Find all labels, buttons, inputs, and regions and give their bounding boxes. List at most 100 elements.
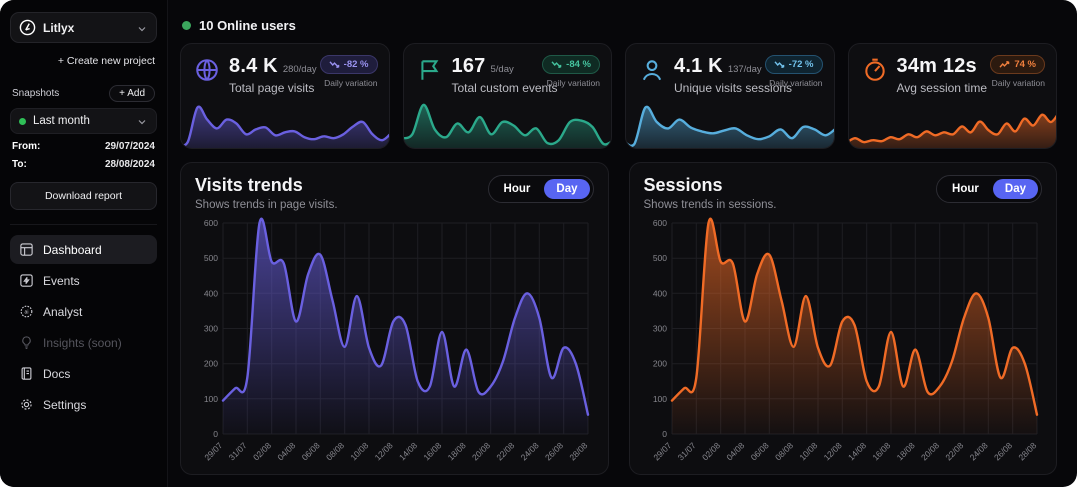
svg-text:10/08: 10/08	[348, 440, 370, 462]
svg-text:31/07: 31/07	[675, 440, 697, 462]
analyst-icon: ai	[19, 304, 34, 319]
svg-text:300: 300	[204, 324, 218, 334]
stat-per-day: 280/day	[283, 64, 317, 75]
svg-text:24/08: 24/08	[967, 440, 989, 462]
daily-variation-badge: -84 %	[542, 55, 600, 74]
stat-label: Total custom events	[452, 81, 534, 95]
svg-text:26/08: 26/08	[543, 440, 565, 462]
create-new-project-link[interactable]: + Create new project	[58, 55, 155, 67]
sidebar-item-label: Analyst	[43, 305, 82, 319]
svg-text:16/08: 16/08	[421, 440, 443, 462]
daily-variation-label: Daily variation	[320, 78, 378, 88]
svg-text:06/08: 06/08	[300, 440, 322, 462]
daily-variation-badge: 74 %	[990, 55, 1045, 74]
toggle-day-button[interactable]: Day	[993, 179, 1038, 199]
app-root: Litlyx + Create new project Snapshots + …	[0, 0, 1077, 487]
visits-trends-chart: 010020030040050060029/0731/0702/0804/080…	[195, 215, 594, 468]
sidebar-item-label: Insights (soon)	[43, 336, 122, 350]
svg-text:400: 400	[652, 288, 666, 298]
trend-down-icon	[329, 60, 340, 69]
interval-toggle: Hour Day	[488, 175, 594, 203]
online-users: 10 Online users	[182, 18, 1057, 33]
svg-text:20/08: 20/08	[918, 440, 940, 462]
online-users-label: 10 Online users	[199, 18, 296, 33]
svg-text:31/07: 31/07	[227, 440, 249, 462]
daily-variation-badge: -72 %	[765, 55, 823, 74]
svg-text:28/08: 28/08	[567, 440, 589, 462]
svg-text:04/08: 04/08	[724, 440, 746, 462]
toggle-hour-button[interactable]: Hour	[492, 179, 543, 199]
svg-text:02/08: 02/08	[699, 440, 721, 462]
stat-card-unique-visits-sessions: 4.1 K 137/day Unique visits sessions -72…	[625, 43, 835, 149]
svg-text:29/07: 29/07	[651, 440, 673, 462]
svg-text:26/08: 26/08	[991, 440, 1013, 462]
trend-up-icon	[999, 60, 1010, 69]
stat-label: Unique visits sessions	[674, 81, 756, 95]
stat-card-total-custom-events: 167 5/day Total custom events -84 % Dail…	[403, 43, 613, 149]
svg-text:29/07: 29/07	[202, 440, 224, 462]
timer-icon	[862, 57, 888, 83]
svg-text:16/08: 16/08	[870, 440, 892, 462]
visits-trends-card: Visits trends Shows trends in page visit…	[180, 162, 609, 475]
from-label: From:	[12, 141, 40, 152]
svg-text:12/08: 12/08	[373, 440, 395, 462]
globe-icon	[194, 57, 220, 83]
svg-text:22/08: 22/08	[494, 440, 516, 462]
online-status-dot	[182, 21, 191, 30]
svg-text:14/08: 14/08	[397, 440, 419, 462]
svg-text:04/08: 04/08	[275, 440, 297, 462]
to-label: To:	[12, 159, 27, 170]
from-value: 29/07/2024	[105, 141, 155, 152]
svg-text:10/08: 10/08	[797, 440, 819, 462]
chart-title: Visits trends	[195, 175, 488, 196]
stat-per-day: 5/day	[490, 64, 513, 75]
snapshot-selector[interactable]: Last month	[10, 108, 157, 134]
chart-subtitle: Shows trends in sessions.	[644, 199, 937, 211]
litlyx-logo-icon	[19, 19, 36, 36]
interval-toggle: Hour Day	[936, 175, 1042, 203]
events-icon	[19, 273, 34, 288]
svg-text:08/08: 08/08	[772, 440, 794, 462]
svg-text:28/08: 28/08	[1016, 440, 1038, 462]
svg-text:100: 100	[652, 394, 666, 404]
svg-text:500: 500	[204, 253, 218, 263]
add-snapshot-button[interactable]: + Add	[109, 85, 155, 102]
sessions-chart: 010020030040050060029/0731/0702/0804/080…	[644, 215, 1043, 468]
stat-per-day: 137/day	[728, 64, 762, 75]
sidebar-item-insights: Insights (soon)	[10, 328, 157, 357]
svg-text:06/08: 06/08	[748, 440, 770, 462]
daily-variation-badge: -82 %	[320, 55, 378, 74]
sidebar-item-settings[interactable]: Settings	[10, 390, 157, 419]
svg-text:22/08: 22/08	[943, 440, 965, 462]
svg-text:200: 200	[652, 359, 666, 369]
snapshot-selected-value: Last month	[33, 115, 129, 127]
sidebar-item-analyst[interactable]: ai Analyst	[10, 297, 157, 326]
dashboard-icon	[19, 242, 34, 257]
svg-text:0: 0	[213, 429, 218, 439]
sparkline-chart	[403, 95, 613, 149]
sessions-card: Sessions Shows trends in sessions. Hour …	[629, 162, 1058, 475]
snapshots-label: Snapshots	[12, 88, 59, 99]
svg-text:20/08: 20/08	[470, 440, 492, 462]
svg-text:400: 400	[204, 288, 218, 298]
stat-label: Avg session time	[897, 81, 982, 95]
svg-text:18/08: 18/08	[446, 440, 468, 462]
svg-text:200: 200	[204, 359, 218, 369]
sidebar-nav: Dashboard Events ai Analyst Insights (so…	[10, 224, 157, 419]
svg-text:14/08: 14/08	[845, 440, 867, 462]
project-selector[interactable]: Litlyx	[10, 12, 157, 43]
sidebar-item-events[interactable]: Events	[10, 266, 157, 295]
stat-value: 167	[452, 55, 486, 78]
toggle-hour-button[interactable]: Hour	[940, 179, 991, 199]
svg-text:02/08: 02/08	[251, 440, 273, 462]
main-content: 10 Online users 8.4 K 280/day Total page…	[168, 0, 1077, 487]
sidebar-item-docs[interactable]: Docs	[10, 359, 157, 388]
chevron-down-icon	[136, 22, 148, 34]
sidebar-item-label: Settings	[43, 398, 86, 412]
sparkline-chart	[180, 95, 390, 149]
sidebar-item-label: Docs	[43, 367, 70, 381]
toggle-day-button[interactable]: Day	[544, 179, 589, 199]
stat-value: 34m 12s	[897, 55, 977, 78]
sidebar-item-dashboard[interactable]: Dashboard	[10, 235, 157, 264]
download-report-button[interactable]: Download report	[10, 182, 157, 210]
